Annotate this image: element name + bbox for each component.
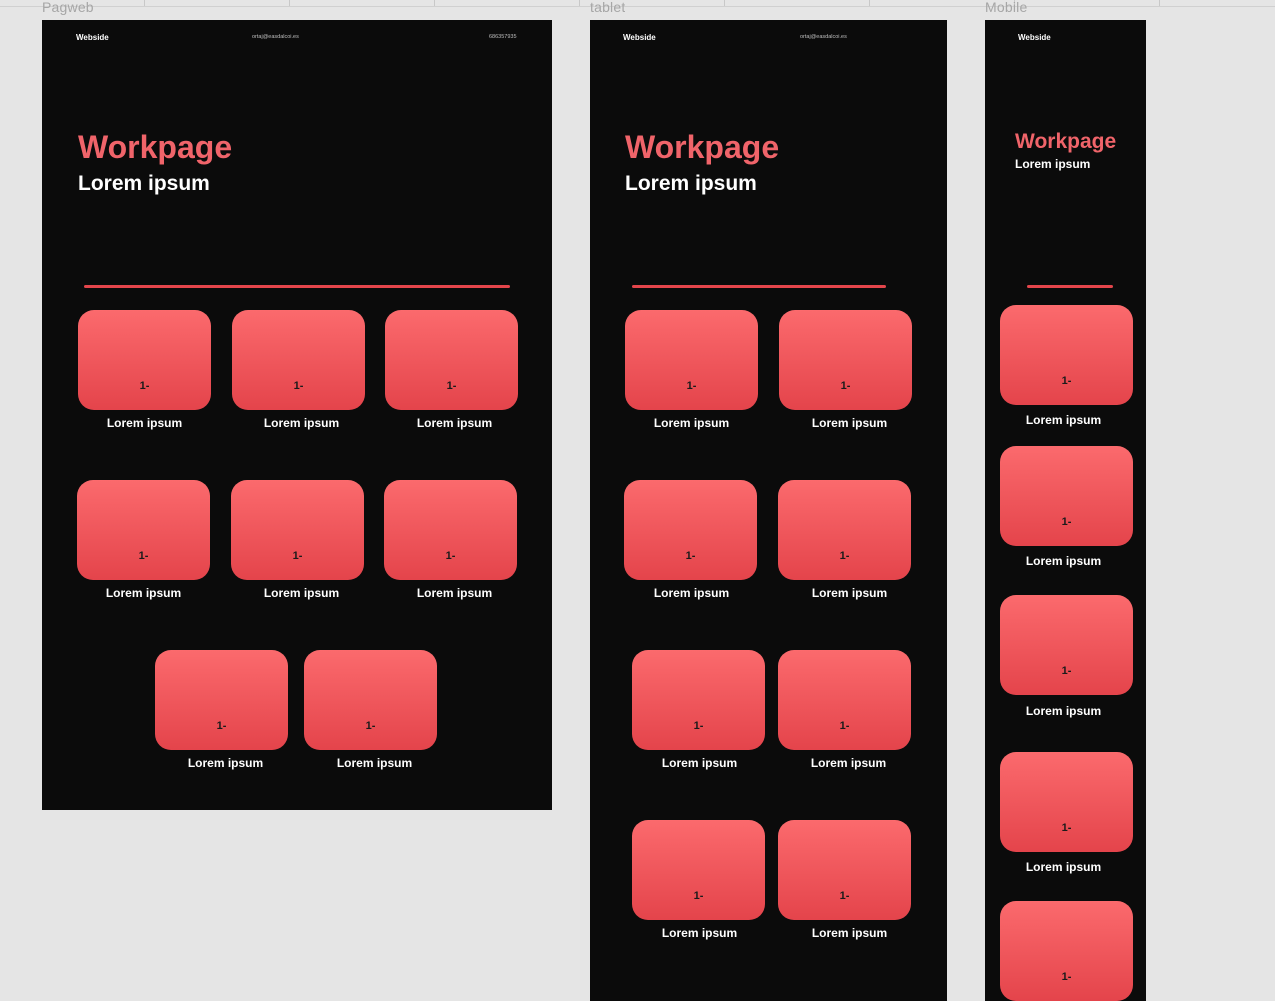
card-caption: Lorem ipsum (1025, 704, 1102, 718)
nav-brand[interactable]: Webside (623, 33, 656, 42)
card-caption: Lorem ipsum (653, 416, 730, 430)
card-caption: Lorem ipsum (1025, 860, 1102, 874)
design-canvas: Pagweb tablet Mobile Webside ortaj@easda… (0, 0, 1275, 1001)
card-number: 1- (839, 720, 850, 732)
card-caption: Lorem ipsum (263, 586, 340, 600)
page-subtitle: Lorem ipsum (78, 172, 210, 195)
card-number: 1- (446, 380, 457, 392)
card-caption: Lorem ipsum (106, 416, 183, 430)
card-number: 1- (1061, 665, 1072, 677)
frame-label-web[interactable]: Pagweb (42, 0, 94, 16)
card-caption: Lorem ipsum (653, 586, 730, 600)
card-caption: Lorem ipsum (811, 926, 888, 940)
frame-mobile[interactable]: Webside Workpage Lorem ipsum 1- Lorem ip… (985, 20, 1146, 1001)
frame-tablet[interactable]: Webside ortaj@easdalcoi.es Workpage Lore… (590, 20, 947, 1001)
page-subtitle: Lorem ipsum (1015, 157, 1091, 171)
card-number: 1- (139, 380, 150, 392)
work-card[interactable]: 1- (231, 480, 364, 580)
work-card[interactable]: 1- (78, 310, 211, 410)
card-number: 1- (216, 720, 227, 732)
nav-brand[interactable]: Webside (76, 33, 109, 42)
card-caption: Lorem ipsum (811, 416, 888, 430)
card-number: 1- (138, 550, 149, 562)
card-number: 1- (292, 550, 303, 562)
work-card[interactable]: 1- (304, 650, 437, 750)
card-number: 1- (1061, 822, 1072, 834)
page-title: Workpage (78, 129, 233, 165)
work-card[interactable]: 1- (77, 480, 210, 580)
card-caption: Lorem ipsum (810, 756, 887, 770)
page-subtitle: Lorem ipsum (625, 172, 757, 195)
work-card[interactable]: 1- (624, 480, 757, 580)
work-card[interactable]: 1- (632, 820, 765, 920)
card-number: 1- (839, 550, 850, 562)
canvas-ruler (0, 0, 1275, 7)
work-card[interactable]: 1- (385, 310, 518, 410)
card-number: 1- (1061, 375, 1072, 387)
card-caption: Lorem ipsum (1025, 413, 1102, 427)
card-number: 1- (839, 890, 850, 902)
work-card[interactable]: 1- (779, 310, 912, 410)
card-caption: Lorem ipsum (1025, 554, 1102, 568)
work-card[interactable]: 1- (625, 310, 758, 410)
card-caption: Lorem ipsum (416, 416, 493, 430)
nav-email[interactable]: ortaj@easdalcoi.es (252, 34, 299, 40)
frame-label-mobile[interactable]: Mobile (985, 0, 1027, 16)
card-number: 1- (693, 890, 704, 902)
page-title: Workpage (1015, 130, 1117, 153)
card-caption: Lorem ipsum (661, 926, 738, 940)
card-number: 1- (293, 380, 304, 392)
card-caption: Lorem ipsum (811, 586, 888, 600)
card-number: 1- (686, 380, 697, 392)
work-card[interactable]: 1- (232, 310, 365, 410)
nav-phone[interactable]: 686357935 (489, 34, 517, 40)
card-caption: Lorem ipsum (187, 756, 264, 770)
work-card[interactable]: 1- (1000, 446, 1133, 546)
nav-email[interactable]: ortaj@easdalcoi.es (800, 34, 847, 40)
frame-web[interactable]: Webside ortaj@easdalcoi.es 686357935 Wor… (42, 20, 552, 810)
card-caption: Lorem ipsum (105, 586, 182, 600)
section-divider (632, 285, 886, 288)
card-caption: Lorem ipsum (263, 416, 340, 430)
card-caption: Lorem ipsum (416, 586, 493, 600)
section-divider (1027, 285, 1113, 288)
card-number: 1- (365, 720, 376, 732)
card-number: 1- (1061, 516, 1072, 528)
work-card[interactable]: 1- (632, 650, 765, 750)
card-caption: Lorem ipsum (661, 756, 738, 770)
work-card[interactable]: 1- (778, 480, 911, 580)
page-title: Workpage (625, 129, 780, 165)
work-card[interactable]: 1- (778, 650, 911, 750)
work-card[interactable]: 1- (1000, 305, 1133, 405)
section-divider (84, 285, 510, 288)
card-number: 1- (1061, 971, 1072, 983)
work-card[interactable]: 1- (1000, 595, 1133, 695)
work-card[interactable]: 1- (155, 650, 288, 750)
work-card[interactable]: 1- (384, 480, 517, 580)
card-caption: Lorem ipsum (336, 756, 413, 770)
card-number: 1- (445, 550, 456, 562)
work-card[interactable]: 1- (1000, 901, 1133, 1001)
work-card[interactable]: 1- (778, 820, 911, 920)
card-number: 1- (693, 720, 704, 732)
nav-brand[interactable]: Webside (1018, 33, 1051, 42)
card-number: 1- (840, 380, 851, 392)
frame-label-tablet[interactable]: tablet (590, 0, 625, 16)
card-number: 1- (685, 550, 696, 562)
work-card[interactable]: 1- (1000, 752, 1133, 852)
